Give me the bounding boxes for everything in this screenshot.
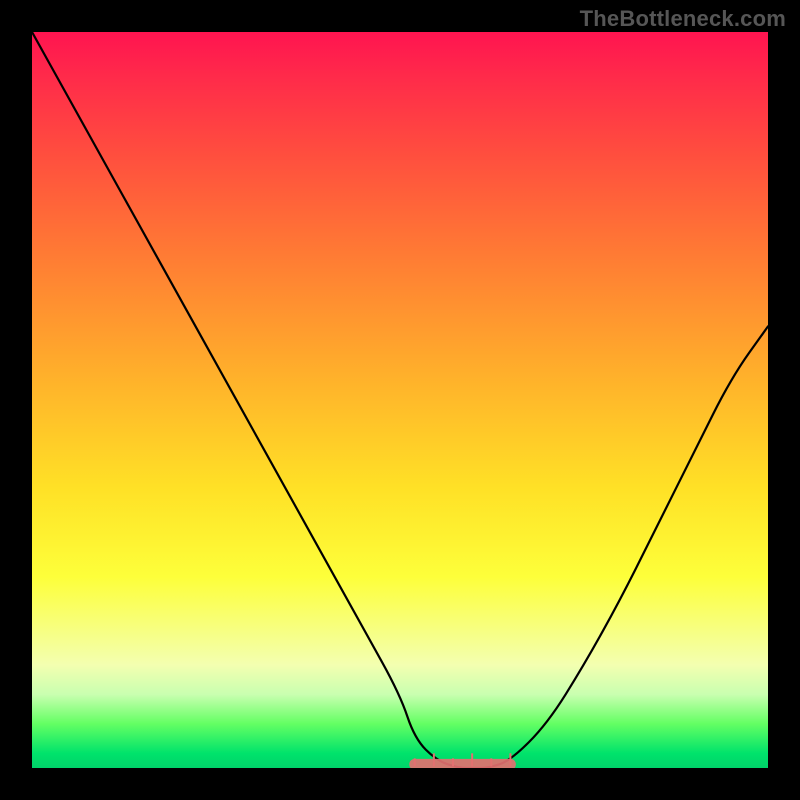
attribution-label: TheBottleneck.com	[580, 6, 786, 32]
chart-frame: TheBottleneck.com	[0, 0, 800, 800]
plot-area	[32, 32, 768, 768]
curve-overlay	[32, 32, 768, 768]
bottleneck-curve-line	[32, 32, 768, 768]
